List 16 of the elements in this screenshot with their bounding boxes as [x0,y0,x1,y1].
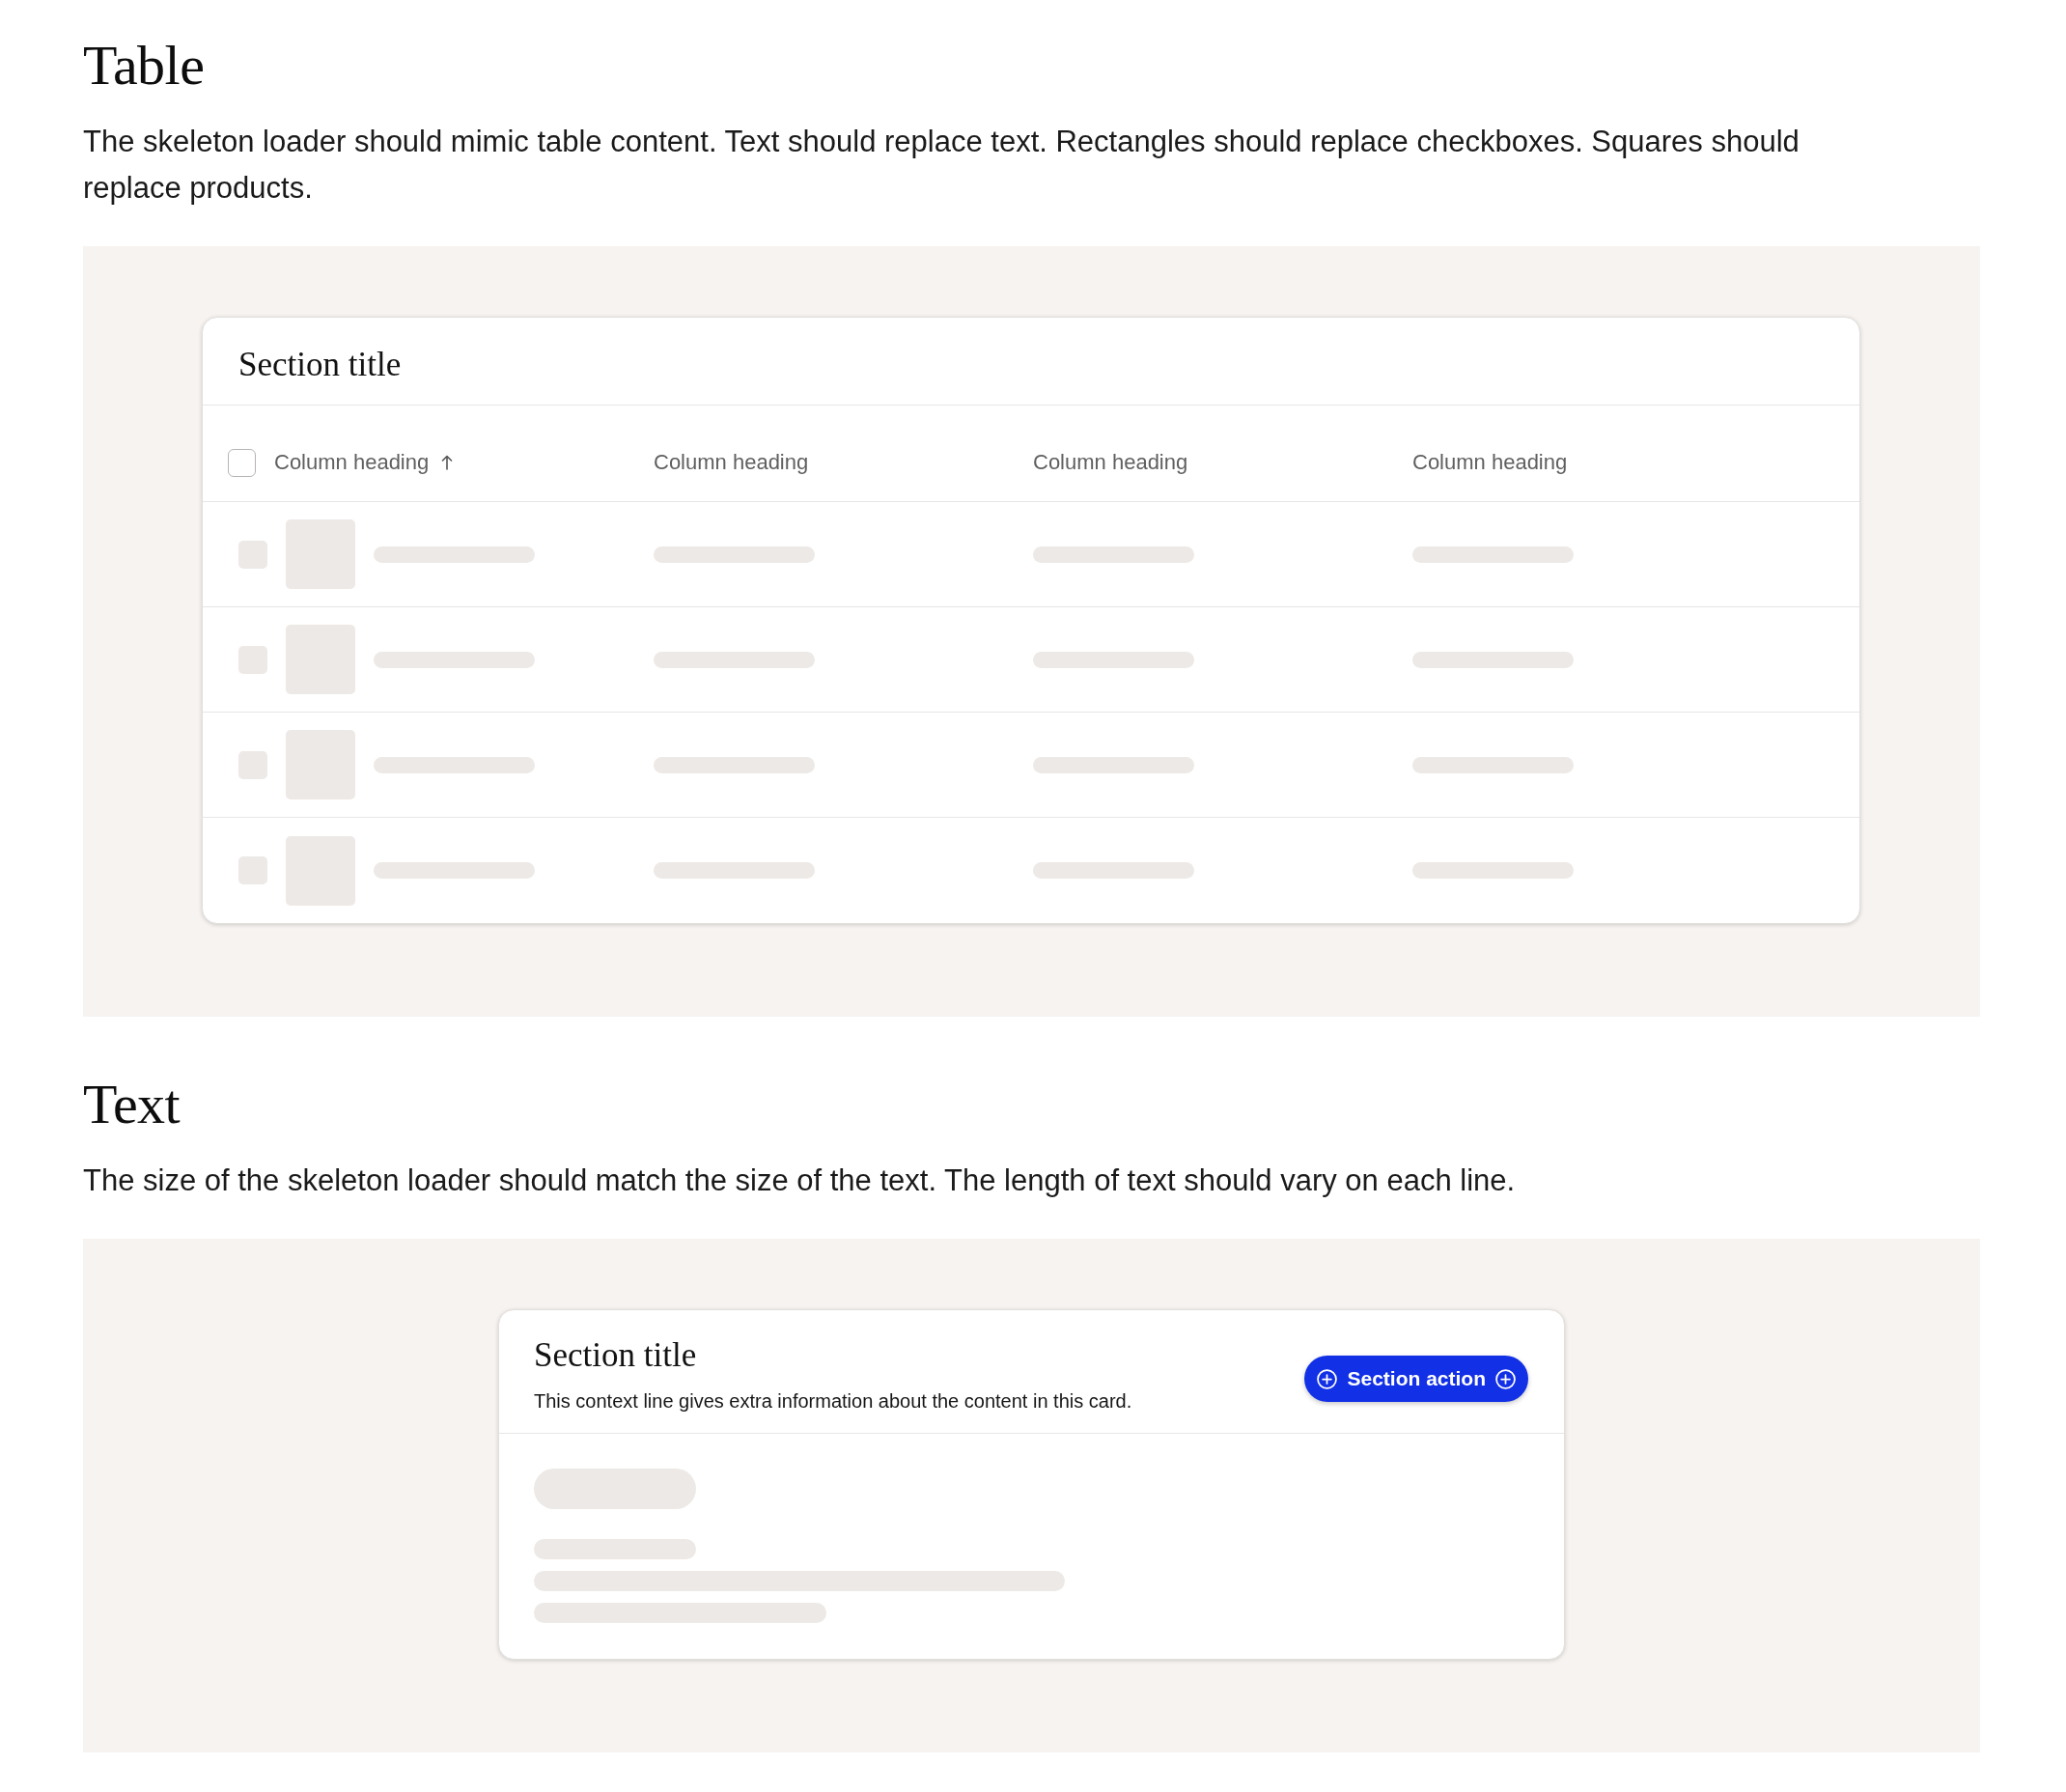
section-description: The skeleton loader should mimic table content. Text should replace text. Rectangles should replace checkboxes. Squares should replace products. [83,124,1801,207]
plus-circle-icon [1495,1368,1516,1389]
arrow-up-icon [441,455,454,470]
section-heading: Table [83,33,206,98]
plus-circle-icon [1317,1368,1338,1389]
column-heading[interactable]: Column heading [654,450,809,475]
card-title: Section title [238,345,402,385]
card-title: Section title [534,1335,698,1376]
column-heading[interactable]: Column heading [274,450,454,475]
section-description: The size of the skeleton loader should match the size of the text. The length of text should vary on each line. [83,1162,1517,1199]
context-line: This context line gives extra information about the content in this card. [534,1389,1132,1414]
select-all-checkbox[interactable] [228,448,256,477]
column-heading[interactable]: Column heading [1412,450,1568,475]
section-heading: Text [83,1072,181,1136]
section-action-button[interactable]: Section action [1304,1356,1528,1402]
column-heading[interactable]: Column heading [1033,450,1188,475]
